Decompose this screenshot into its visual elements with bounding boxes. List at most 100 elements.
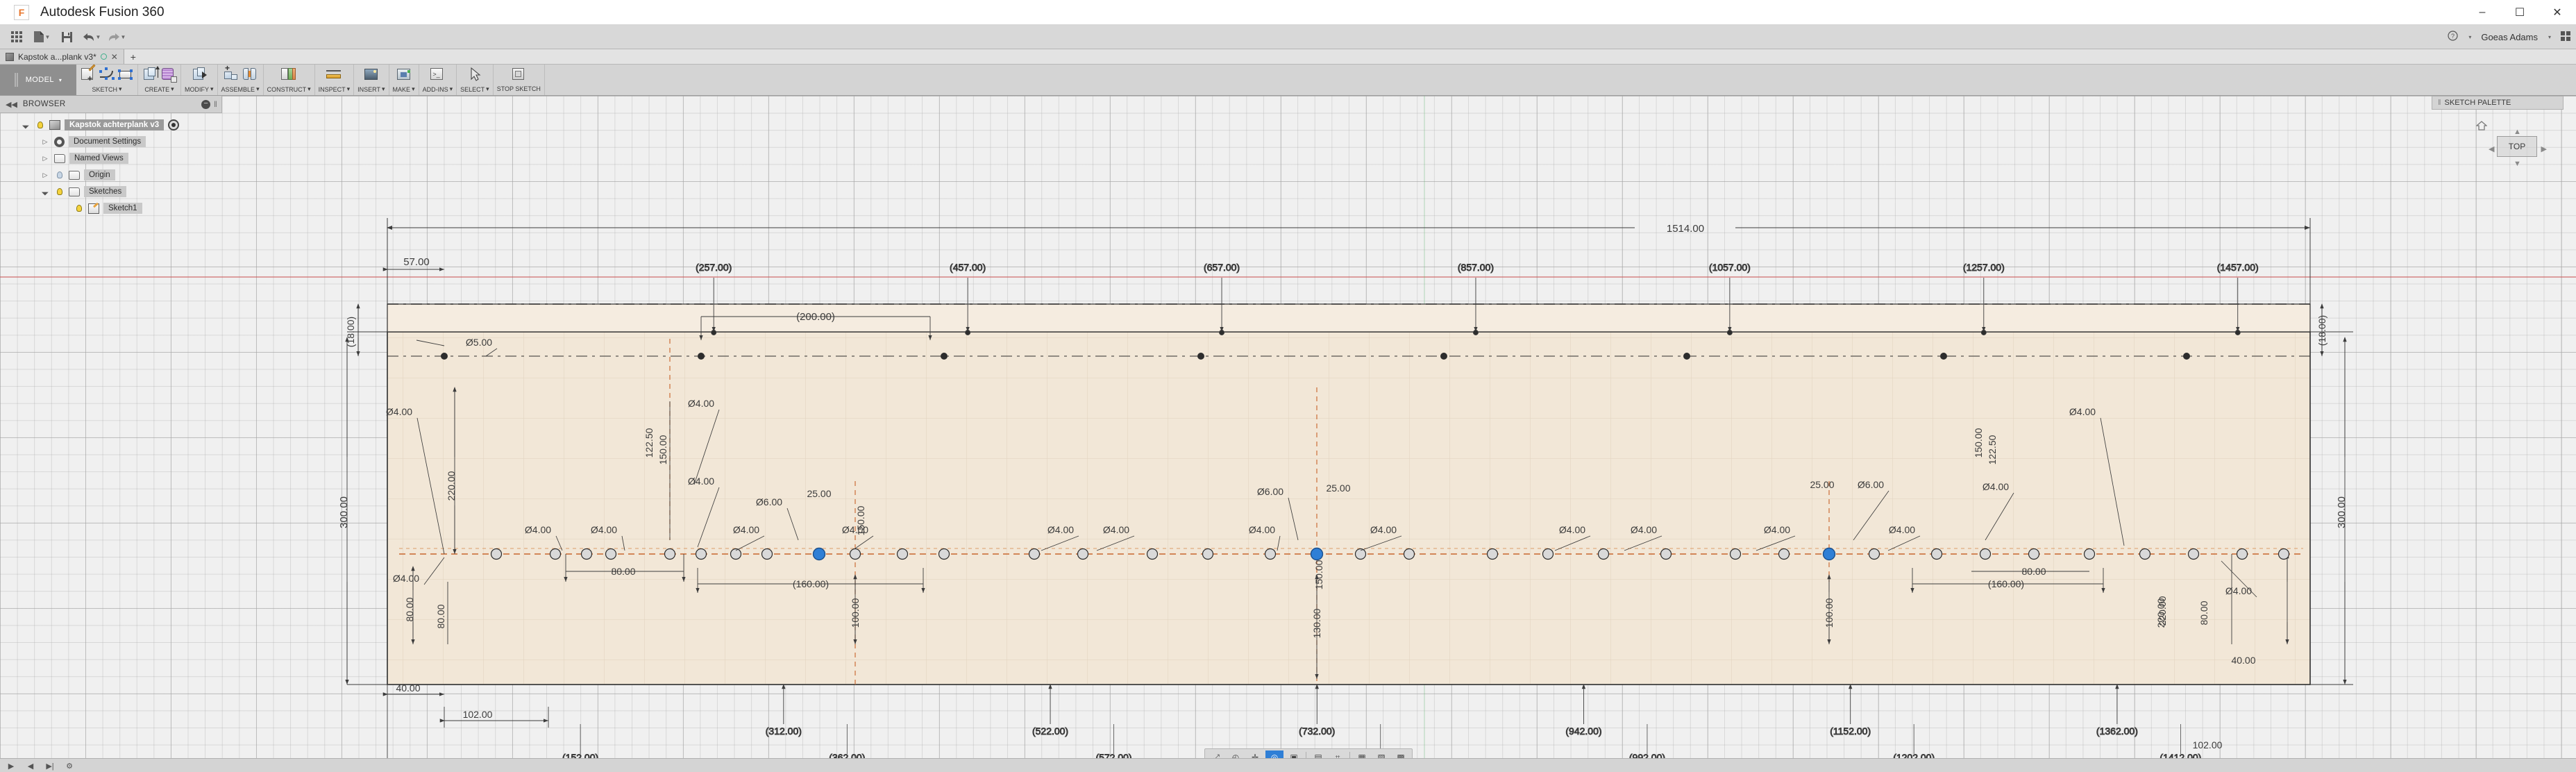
redo-caret[interactable]: ▼ bbox=[121, 34, 126, 40]
close-button[interactable]: ✕ bbox=[2539, 0, 2576, 25]
close-tab-icon[interactable]: ✕ bbox=[111, 52, 118, 62]
home-view-icon[interactable] bbox=[2475, 121, 2488, 131]
visibility-bulb-icon[interactable] bbox=[54, 187, 65, 197]
form-icon[interactable] bbox=[160, 66, 177, 83]
ribbon-group-stop-sketch-icons bbox=[510, 66, 527, 84]
spline-icon[interactable] bbox=[99, 66, 115, 83]
ribbon-group-modify-icons bbox=[191, 66, 208, 84]
workspace-selector[interactable]: MODEL ▾ bbox=[0, 65, 76, 95]
ribbon-group-select-icons bbox=[466, 66, 483, 84]
view-cube-right-arrow-icon[interactable]: ▶ bbox=[2541, 144, 2547, 153]
expand-arrow-icon[interactable]: ▷ bbox=[40, 171, 50, 179]
select-cursor-icon[interactable] bbox=[466, 66, 483, 83]
sketch-palette-panel[interactable]: ‖ SKETCH PALETTE bbox=[2432, 96, 2564, 110]
ribbon-group-modify[interactable]: MODIFY ▾ bbox=[181, 65, 218, 95]
ribbon-group-assemble[interactable]: + ASSEMBLE ▾ bbox=[218, 64, 264, 95]
undo-caret[interactable]: ▼ bbox=[96, 34, 101, 40]
maximize-button[interactable]: ☐ bbox=[2501, 0, 2539, 25]
timeline-end-icon[interactable]: ▶| bbox=[42, 760, 58, 772]
3d-print-icon[interactable] bbox=[396, 66, 412, 83]
fusion-logo-icon: F bbox=[14, 4, 29, 20]
document-tab-bar: Kapstok a...plank v3* ✕ + bbox=[0, 49, 2576, 65]
tree-item-sketch1[interactable]: ▷ Sketch1 bbox=[60, 200, 229, 217]
tree-item-kapstok-achterplank-v3[interactable]: ◢ Kapstok achterplank v3 bbox=[21, 117, 229, 133]
ribbon-group-insert[interactable]: INSERT ▾ bbox=[354, 65, 389, 95]
ribbon-group-stop-sketch[interactable]: STOP SKETCH bbox=[494, 65, 545, 95]
ribbon-group-make[interactable]: MAKE ▾ bbox=[389, 65, 419, 95]
ribbon-group-inspect[interactable]: INSPECT ▾ bbox=[315, 65, 355, 95]
folder-icon bbox=[69, 187, 80, 196]
help-caret[interactable]: ▾ bbox=[2468, 34, 2471, 40]
new-tab-button[interactable]: + bbox=[124, 49, 142, 64]
make-label-text: MAKE bbox=[392, 85, 411, 93]
create-caret: ▾ bbox=[171, 85, 174, 92]
timeline-play-icon[interactable]: ▶ bbox=[3, 760, 19, 772]
make-caret: ▾ bbox=[412, 85, 415, 92]
new-component-icon[interactable]: + bbox=[223, 64, 239, 83]
document-tab[interactable]: Kapstok a...plank v3* ✕ bbox=[0, 49, 124, 64]
sketch-caret: ▾ bbox=[118, 85, 122, 92]
scripts-addins-icon[interactable]: >_ bbox=[429, 66, 446, 83]
save-icon[interactable] bbox=[54, 26, 79, 47]
extrude-icon[interactable] bbox=[142, 66, 160, 83]
create-label-text: CREATE bbox=[144, 85, 170, 93]
activate-component-icon[interactable] bbox=[168, 119, 180, 131]
tree-item-label: Origin bbox=[84, 169, 115, 181]
insert-mcmaster-icon[interactable] bbox=[363, 66, 380, 83]
timeline-marker-icon[interactable]: ◀ bbox=[22, 760, 39, 772]
ribbon-group-sketch-label: SKETCH ▾ bbox=[92, 85, 121, 93]
view-cube-down-arrow-icon[interactable]: ▼ bbox=[2514, 160, 2521, 168]
stop-sketch-icon[interactable] bbox=[510, 66, 527, 83]
ribbon-group-select[interactable]: SELECT ▾ bbox=[457, 65, 494, 95]
panel-grid-icon[interactable] bbox=[2561, 31, 2570, 43]
new-file-caret[interactable]: ▼ bbox=[45, 34, 51, 40]
ribbon-group-create[interactable]: CREATE ▾ bbox=[138, 65, 181, 95]
ribbon-group-construct[interactable]: CONSTRUCT ▾ bbox=[264, 65, 315, 95]
account-caret[interactable]: ▾ bbox=[2548, 34, 2551, 40]
timeline-settings-icon[interactable]: ⚙ bbox=[61, 760, 78, 772]
view-cube-left-arrow-icon[interactable]: ◀ bbox=[2489, 144, 2494, 153]
tree-item-document-settings[interactable]: ▷ Document Settings bbox=[40, 133, 229, 150]
view-cube[interactable]: TOP ◀ ▶ ▲ ▼ bbox=[2489, 128, 2547, 176]
expand-arrow-icon[interactable]: ▷ bbox=[40, 138, 50, 146]
collapse-browser-icon[interactable]: ◀◀ bbox=[6, 100, 17, 109]
sketch-palette-title: SKETCH PALETTE bbox=[2444, 99, 2511, 107]
visibility-bulb-icon[interactable] bbox=[35, 120, 45, 131]
undo-icon[interactable]: ▼ bbox=[79, 26, 104, 47]
expand-arrow-icon[interactable]: ▷ bbox=[40, 155, 50, 162]
tree-item-named-views[interactable]: ▷ Named Views bbox=[40, 150, 229, 167]
browser-grip[interactable]: ‖ bbox=[214, 99, 217, 109]
joint-icon[interactable] bbox=[242, 66, 258, 83]
new-file-icon[interactable]: ▼ bbox=[29, 26, 54, 47]
ribbon-group-stop-sketch-label: STOP SKETCH bbox=[497, 85, 541, 92]
visibility-bulb-icon[interactable] bbox=[74, 203, 84, 214]
assemble-caret: ▾ bbox=[256, 85, 260, 92]
tree-item-origin[interactable]: ▷ Origin bbox=[40, 167, 229, 183]
canvas-area[interactable]: 1514.00 57.00 (257.00) (457.00) (657.00) (8… bbox=[0, 96, 2576, 772]
help-icon[interactable]: ? bbox=[2448, 31, 2458, 43]
account-label[interactable]: Goeas Adams bbox=[2481, 32, 2538, 42]
redo-icon[interactable]: ▼ bbox=[104, 26, 129, 47]
view-cube-up-arrow-icon[interactable]: ▲ bbox=[2514, 128, 2521, 136]
addins-label-text: ADD-INS bbox=[422, 85, 448, 93]
minimize-browser-icon[interactable]: − bbox=[201, 99, 211, 109]
create-sketch-icon[interactable]: + bbox=[80, 64, 96, 83]
ribbon-group-sketch[interactable]: + SKETCH ▾ bbox=[76, 64, 138, 95]
expand-arrow-icon[interactable]: ◢ bbox=[39, 185, 51, 198]
ribbon-group-addins-label: ADD-INS ▾ bbox=[423, 85, 453, 93]
offset-plane-icon[interactable] bbox=[280, 66, 297, 83]
tree-item-sketches[interactable]: ◢ Sketches bbox=[40, 183, 229, 200]
ribbon-group-addins[interactable]: >_ ADD-INS ▾ bbox=[419, 65, 457, 95]
document-cube-icon bbox=[6, 52, 14, 61]
measure-icon[interactable] bbox=[326, 66, 342, 83]
rectangle-icon[interactable] bbox=[117, 66, 134, 83]
view-cube-top-face[interactable]: TOP bbox=[2497, 136, 2537, 157]
sketch-palette-grip[interactable]: ‖ bbox=[2438, 99, 2441, 107]
ribbon-group-assemble-icons: + bbox=[223, 64, 258, 84]
minimize-button[interactable]: – bbox=[2464, 0, 2501, 25]
expand-arrow-icon[interactable]: ◢ bbox=[19, 119, 32, 131]
app-grid-icon[interactable] bbox=[4, 26, 29, 47]
press-pull-icon[interactable] bbox=[191, 66, 208, 83]
visibility-bulb-icon[interactable] bbox=[54, 170, 65, 181]
ribbon-group-select-label: SELECT ▾ bbox=[460, 85, 489, 93]
